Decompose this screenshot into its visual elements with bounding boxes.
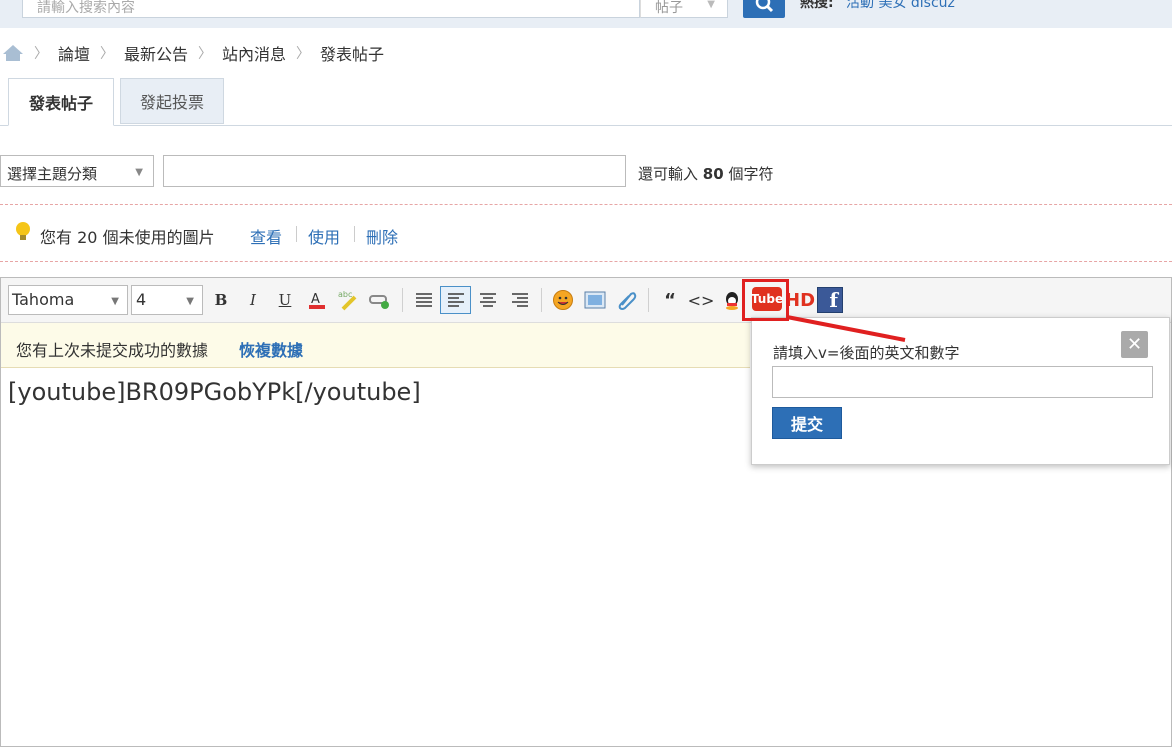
underline-icon[interactable]: U [274,289,296,311]
facebook-icon[interactable]: f [817,287,843,313]
image-icon[interactable] [584,289,606,311]
annotation-arrow-icon [786,315,906,342]
tab-new-post[interactable]: 發表帖子 [8,78,114,126]
restore-data-link[interactable]: 恢複數據 [239,337,303,361]
font-size-value: 4 [136,290,147,309]
toolbar-divider [648,288,649,312]
link-icon[interactable] [369,289,391,311]
breadcrumb-item-current: 發表帖子 [320,45,385,64]
category-label: 選擇主題分類 [7,165,98,183]
search-type-label: 帖子 [655,0,683,16]
breadcrumb-item-messages[interactable]: 站內消息 [222,41,286,65]
align-center-icon[interactable] [477,289,499,311]
breadcrumb-item-announcements[interactable]: 最新公告 [124,41,188,65]
use-images-link[interactable]: 使用 [308,224,340,248]
justify-icon[interactable] [413,289,435,311]
divider [296,226,297,242]
notice-count: 20 [77,228,98,247]
youtube-id-input[interactable] [772,366,1153,398]
font-color-icon[interactable]: A [306,289,328,311]
svg-text:A: A [311,292,320,307]
category-select[interactable]: 選擇主題分類 ▼ [0,155,154,187]
editor-content-text[interactable]: [youtube]BR09PGobYPk[/youtube] [8,378,421,406]
search-icon [755,0,774,13]
char-count: 還可輸入 80 個字符 [638,163,773,184]
view-images-link[interactable]: 查看 [250,224,282,248]
align-left-icon[interactable] [440,286,471,314]
post-type-tabs: 發表帖子 發起投票 [0,78,1172,126]
breadcrumb-separator-icon: 〉 [34,46,48,62]
svg-text:abc: abc [338,290,352,299]
hd-icon[interactable]: HD [785,289,815,311]
search-input[interactable]: 請輸入搜索內容 [22,0,640,18]
qq-icon[interactable] [721,289,743,311]
highlight-icon[interactable]: abc [337,289,359,311]
breadcrumb-item-forum[interactable]: 論壇 [58,41,90,65]
bold-icon[interactable]: B [210,289,232,311]
font-family-select[interactable]: Tahoma ▼ [8,285,128,315]
notice-text: 您有 20 個未使用的圖片 [40,224,215,248]
submit-button[interactable]: 提交 [772,407,842,439]
lightbulb-icon [16,222,30,236]
breadcrumb: 〉 論壇 〉 最新公告 〉 站內消息 〉 發表帖子 [0,42,384,64]
chevron-down-icon: ▼ [135,167,143,178]
chevron-down-icon: ▼ [707,0,715,10]
tab-new-poll[interactable]: 發起投票 [120,78,224,124]
quote-icon[interactable]: “ [659,289,681,311]
hot-search-links[interactable]: 活動 美女 discuz [846,0,955,12]
align-right-icon[interactable] [509,289,531,311]
char-count-value: 80 [702,165,724,183]
code-icon[interactable]: <> [688,289,715,311]
char-count-prefix: 還可輸入 [638,165,699,183]
breadcrumb-separator-icon: 〉 [198,46,213,62]
close-icon[interactable]: ✕ [1121,331,1148,358]
smiley-icon[interactable] [552,289,574,311]
attachment-icon[interactable] [616,289,638,311]
restore-data-text: 您有上次未提交成功的數據 [16,341,209,360]
lightbulb-base [20,235,26,240]
search-button[interactable] [743,0,785,18]
divider [354,226,355,242]
delete-images-link[interactable]: 刪除 [366,224,398,248]
char-count-suffix: 個字符 [728,165,774,183]
home-icon[interactable] [2,44,24,62]
popup-label: 請填入v=後面的英文和數字 [773,344,960,362]
subject-input[interactable] [163,155,626,187]
hot-search-label: 熱搜: [800,0,834,11]
italic-icon[interactable]: I [242,289,264,311]
search-type-select[interactable]: 帖子 ▼ [640,0,728,18]
chevron-down-icon: ▼ [111,296,119,307]
breadcrumb-separator-icon: 〉 [100,46,115,62]
toolbar-divider [402,288,403,312]
chevron-down-icon: ▼ [186,296,194,307]
font-family-value: Tahoma [12,290,75,309]
toolbar-divider [541,288,542,312]
font-size-select[interactable]: 4 ▼ [131,285,203,315]
highlight-annotation-box [742,279,789,321]
notice-suffix: 個未使用的圖片 [102,228,215,247]
breadcrumb-separator-icon: 〉 [296,46,311,62]
notice-prefix: 您有 [40,228,73,247]
